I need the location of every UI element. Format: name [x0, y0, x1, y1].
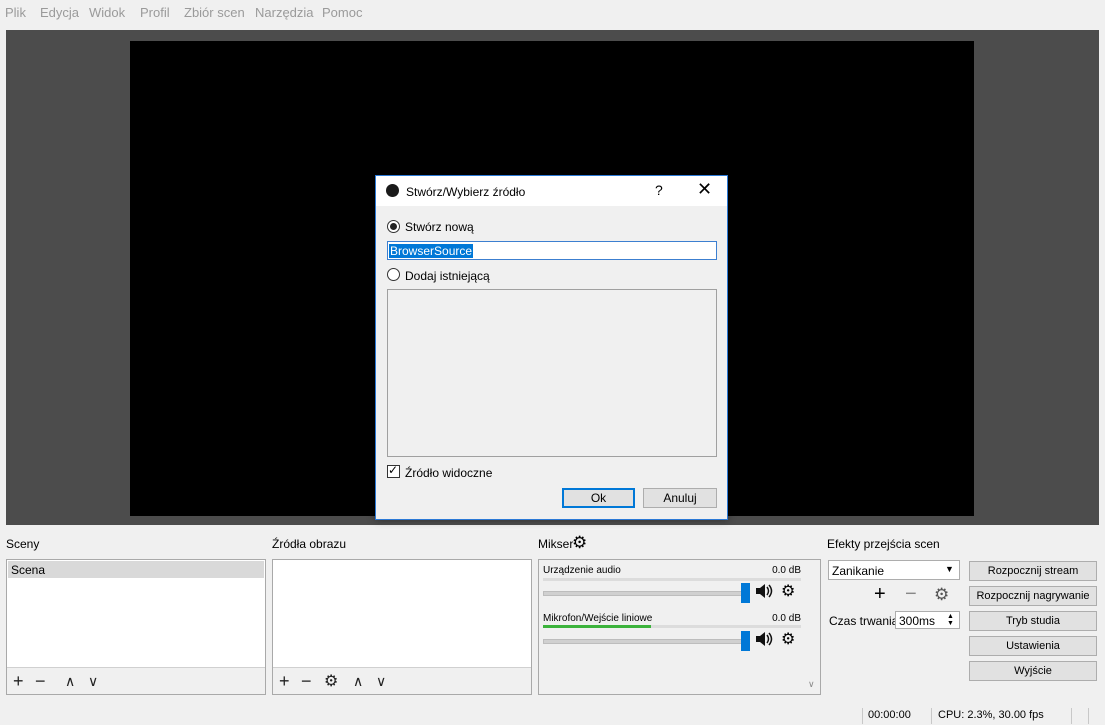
spin-down-icon[interactable]: ▼ — [947, 620, 954, 627]
remove-source-minus-icon[interactable]: − — [301, 671, 312, 692]
add-source-plus-icon[interactable]: + — [279, 671, 290, 692]
transition-selected: Zanikanie — [832, 564, 885, 578]
menu-tools[interactable]: Narzędzia — [255, 5, 314, 20]
source-visible-checkbox[interactable] — [387, 463, 400, 478]
status-bar: 00:00:00 CPU: 2.3%, 30.00 fps — [0, 705, 1105, 725]
sources-panel: + − ⚙ ∧ ∨ — [272, 559, 532, 695]
source-move-down-icon[interactable]: ∨ — [376, 673, 386, 690]
create-new-label: Stwórz nową — [405, 220, 474, 234]
obs-logo-icon — [386, 184, 399, 197]
duration-spinbox[interactable]: 300ms ▲ ▼ — [895, 611, 960, 629]
status-separator — [1088, 708, 1089, 724]
move-up-icon[interactable]: ∧ — [65, 673, 75, 690]
scenes-panel: Scena + − ∧ ∨ — [6, 559, 266, 695]
scroll-down-icon[interactable]: ∨ — [808, 679, 815, 690]
scenes-title: Sceny — [6, 537, 40, 551]
menu-file[interactable]: Plik — [5, 5, 26, 20]
move-down-icon[interactable]: ∨ — [88, 673, 98, 690]
status-separator — [1071, 708, 1072, 724]
add-scene-plus-icon[interactable]: + — [13, 671, 24, 692]
dialog-titlebar: Stwórz/Wybierz źródło ? ✕ — [376, 176, 727, 206]
transition-select[interactable]: Zanikanie ▼ — [828, 560, 960, 580]
create-select-source-dialog: Stwórz/Wybierz źródło ? ✕ Stwórz nową Br… — [375, 175, 728, 520]
start-recording-button[interactable]: Rozpocznij nagrywanie — [969, 586, 1097, 606]
close-icon[interactable]: ✕ — [697, 179, 712, 200]
add-existing-radio[interactable] — [387, 268, 400, 281]
start-stream-button[interactable]: Rozpocznij stream — [969, 561, 1097, 581]
ok-button[interactable]: Ok — [562, 488, 635, 508]
help-button[interactable]: ? — [655, 182, 663, 198]
chevron-down-icon: ▼ — [945, 564, 954, 574]
menu-bar: Plik Edycja Widok Profil Zbiór scen Narz… — [0, 0, 1105, 24]
source-properties-gear-icon[interactable]: ⚙ — [324, 671, 338, 691]
studio-mode-button[interactable]: Tryb studia — [969, 611, 1097, 631]
mixer-channel-2-db: 0.0 dB — [772, 613, 801, 624]
menu-scene-collection[interactable]: Zbiór scen — [184, 5, 245, 20]
status-separator — [931, 708, 932, 724]
mixer-channel-1-gear-icon[interactable]: ⚙ — [781, 581, 795, 601]
mixer-channel-2-knob[interactable] — [741, 631, 750, 651]
scene-list-item-label: Scena — [11, 563, 46, 577]
transition-properties-gear-icon[interactable]: ⚙ — [934, 585, 949, 605]
source-move-up-icon[interactable]: ∧ — [353, 673, 363, 690]
mixer-panel: Urządzenie audio 0.0 dB ⚙ Mikrofon/Wejśc… — [538, 559, 821, 695]
source-name-input[interactable]: BrowserSource — [387, 241, 717, 260]
mixer-channel-2-level — [543, 625, 652, 628]
mixer-channel-2-slider[interactable] — [543, 639, 750, 644]
status-time: 00:00:00 — [868, 709, 911, 721]
duration-value: 300ms — [899, 614, 936, 628]
menu-profile[interactable]: Profil — [140, 5, 170, 20]
mixer-gear-icon[interactable]: ⚙ — [572, 533, 587, 553]
spin-up-icon[interactable]: ▲ — [947, 613, 954, 620]
menu-help[interactable]: Pomoc — [322, 5, 362, 20]
remove-transition-minus-icon[interactable]: − — [905, 583, 917, 606]
scene-list-item[interactable]: Scena — [8, 561, 264, 578]
duration-label: Czas trwania — [829, 614, 899, 628]
remove-scene-minus-icon[interactable]: − — [35, 671, 46, 692]
mixer-channel-1-meter — [543, 578, 801, 581]
mixer-channel-2-name: Mikrofon/Wejście liniowe — [543, 613, 653, 624]
mixer-channel-2-meter — [543, 625, 801, 628]
add-existing-label: Dodaj istniejącą — [405, 269, 490, 283]
mixer-channel-1-speaker-icon[interactable] — [755, 583, 773, 604]
mixer-channel-2-speaker-icon[interactable] — [755, 631, 773, 652]
scenes-toolbar: + − ∧ ∨ — [7, 667, 265, 694]
transitions-title: Efekty przejścia scen — [827, 537, 940, 551]
menu-edit[interactable]: Edycja — [40, 5, 79, 20]
status-separator — [862, 708, 863, 724]
mixer-scrollbar[interactable]: ∨ — [805, 561, 820, 694]
create-new-radio[interactable] — [387, 220, 400, 233]
sources-toolbar: + − ⚙ ∧ ∨ — [273, 667, 531, 694]
mixer-title: Mikser — [538, 537, 574, 551]
mixer-channel-1-slider[interactable] — [543, 591, 750, 596]
settings-button[interactable]: Ustawienia — [969, 636, 1097, 656]
dialog-title: Stwórz/Wybierz źródło — [406, 185, 526, 199]
menu-view[interactable]: Widok — [89, 5, 125, 20]
mixer-channel-1-db: 0.0 dB — [772, 565, 801, 576]
add-transition-plus-icon[interactable]: + — [874, 583, 886, 606]
source-visible-label: Źródło widoczne — [405, 466, 493, 480]
mixer-channel-1-knob[interactable] — [741, 583, 750, 603]
cancel-button[interactable]: Anuluj — [643, 488, 717, 508]
mixer-channel-2-gear-icon[interactable]: ⚙ — [781, 629, 795, 649]
exit-button[interactable]: Wyjście — [969, 661, 1097, 681]
status-cpu: CPU: 2.3%, 30.00 fps — [938, 709, 1044, 721]
mixer-channel-1-name: Urządzenie audio — [543, 565, 621, 576]
sources-title: Źródła obrazu — [272, 537, 347, 551]
source-name-value: BrowserSource — [389, 244, 474, 258]
existing-sources-list[interactable] — [387, 289, 717, 457]
